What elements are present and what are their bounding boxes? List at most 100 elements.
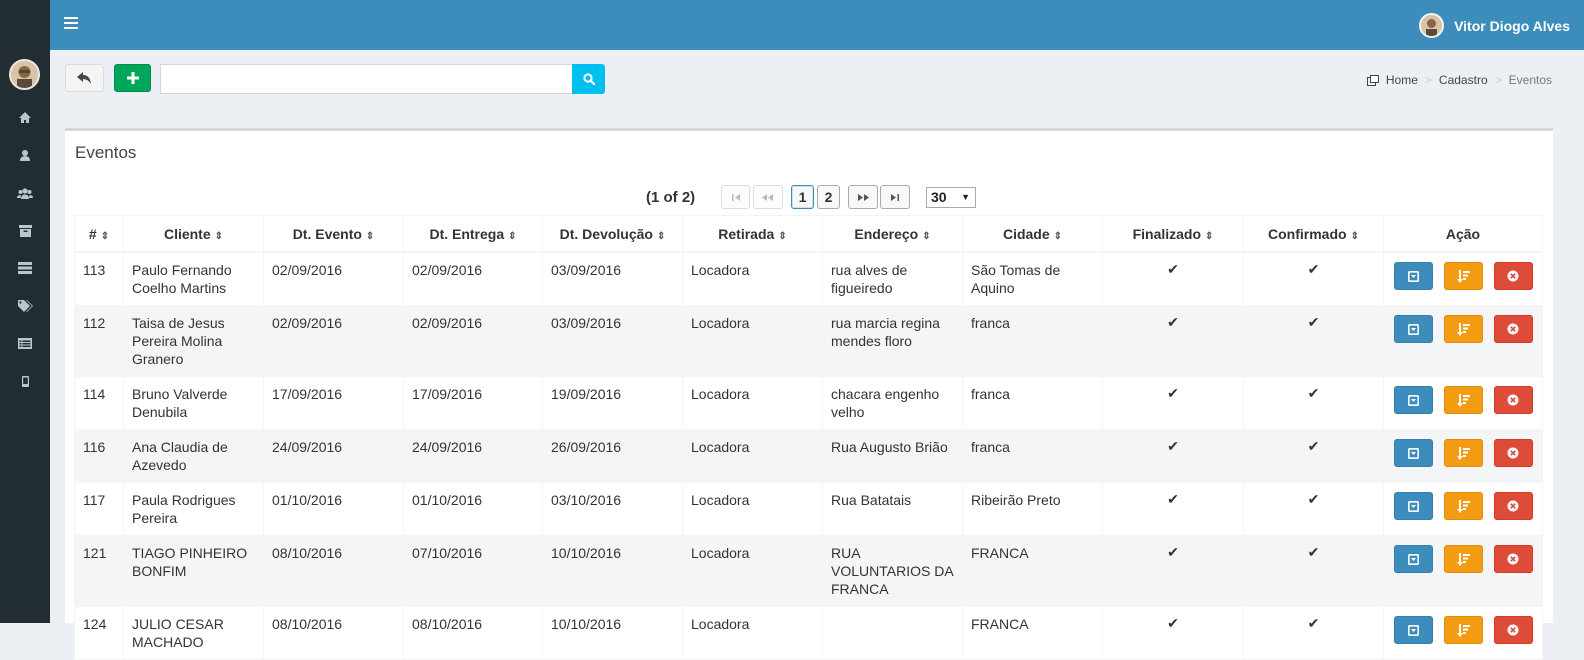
- check-icon: ✔: [1167, 314, 1179, 330]
- table-body: 113 Paulo Fernando Coelho Martins 02/09/20…: [74, 251, 1543, 660]
- col-header-dt-entrega[interactable]: Dt. Entrega ⇕: [403, 215, 543, 253]
- user-icon[interactable]: [0, 149, 50, 165]
- sort-button[interactable]: [1443, 545, 1483, 573]
- users-icon[interactable]: [0, 187, 50, 203]
- table-row[interactable]: 113 Paulo Fernando Coelho Martins 02/09/20…: [74, 251, 1543, 306]
- retirada-cell: Locadora: [682, 482, 823, 536]
- edit-button[interactable]: [1393, 439, 1433, 467]
- tags-icon[interactable]: [0, 300, 50, 316]
- dt-entrega-cell: 24/09/2016: [403, 429, 543, 483]
- page-button-2[interactable]: 2: [817, 185, 840, 209]
- next-page-button[interactable]: [848, 185, 878, 209]
- check-icon: ✔: [1167, 615, 1179, 631]
- table-row[interactable]: 114 Bruno Valverde Denubila 17/09/2016 17/0…: [74, 376, 1543, 430]
- search-input[interactable]: [160, 64, 573, 94]
- endereco-cell: [822, 606, 963, 660]
- sort-button[interactable]: [1443, 386, 1483, 414]
- delete-button[interactable]: [1493, 439, 1533, 467]
- sort-button[interactable]: [1443, 492, 1483, 520]
- rows-per-page-select[interactable]: 30 ▼: [926, 187, 976, 208]
- col-header-confirmado[interactable]: Confirmado ⇕: [1243, 215, 1384, 253]
- col-header-id[interactable]: # ⇕: [74, 215, 124, 253]
- page-button-1[interactable]: 1: [791, 185, 814, 209]
- table-row[interactable]: 117 Paula Rodrigues Pereira 01/10/2016 01/1…: [74, 482, 1543, 536]
- sidebar-avatar[interactable]: [9, 59, 40, 90]
- archive-icon[interactable]: [0, 225, 50, 240]
- dt-devolucao-cell: 03/10/2016: [542, 482, 683, 536]
- home-icon[interactable]: [0, 111, 50, 127]
- sidebar-toggle-icon[interactable]: [64, 17, 78, 33]
- rows-per-page-value: 30: [931, 189, 947, 205]
- sort-button[interactable]: [1443, 439, 1483, 467]
- panel-title: Eventos: [75, 143, 137, 162]
- check-icon: ✔: [1307, 385, 1320, 401]
- endereco-cell: chacara engenho velho: [822, 376, 963, 430]
- table-row[interactable]: 124 JULIO CESAR MACHADO 08/10/2016 08/10/20…: [74, 606, 1543, 660]
- check-icon: ✔: [1307, 544, 1320, 560]
- edit-button[interactable]: [1393, 262, 1433, 290]
- user-menu[interactable]: Vitor Diogo Alves: [1419, 13, 1570, 38]
- col-header-endereco[interactable]: Endereço ⇕: [822, 215, 963, 253]
- times-circle-icon: [1507, 500, 1519, 512]
- endereco-cell: RUA VOLUNTARIOS DA FRANCA: [822, 535, 963, 607]
- sort-button[interactable]: [1443, 315, 1483, 343]
- prev-page-button[interactable]: [753, 185, 783, 209]
- breadcrumb-separator: >: [1424, 73, 1432, 87]
- dt-devolucao-cell: 10/10/2016: [542, 606, 683, 660]
- delete-button[interactable]: [1493, 262, 1533, 290]
- finalizado-cell: ✔: [1102, 305, 1244, 377]
- check-icon: ✔: [1167, 261, 1179, 277]
- user-name: Vitor Diogo Alves: [1454, 17, 1570, 34]
- dt-devolucao-cell: 19/09/2016: [542, 376, 683, 430]
- delete-button[interactable]: [1493, 616, 1533, 644]
- back-button[interactable]: [65, 64, 104, 92]
- times-circle-icon: [1507, 394, 1519, 406]
- delete-button[interactable]: [1493, 545, 1533, 573]
- col-header-cidade[interactable]: Cidade ⇕: [962, 215, 1103, 253]
- sort-icon: ⇕: [365, 230, 375, 242]
- caret-square-down-icon: [1407, 323, 1419, 335]
- breadcrumb-home[interactable]: Home: [1386, 73, 1418, 87]
- delete-button[interactable]: [1493, 386, 1533, 414]
- col-header-dt-evento[interactable]: Dt. Evento ⇕: [263, 215, 404, 253]
- last-page-button[interactable]: [880, 185, 910, 209]
- mobile-icon[interactable]: [0, 376, 50, 390]
- table-row[interactable]: 116 Ana Claudia de Azevedo 24/09/2016 24/09…: [74, 429, 1543, 483]
- next-page-icon: [858, 193, 869, 201]
- edit-button[interactable]: [1393, 492, 1433, 520]
- retirada-cell: Locadora: [682, 429, 823, 483]
- breadcrumb-cadastro[interactable]: Cadastro: [1439, 73, 1488, 87]
- check-icon: ✔: [1307, 491, 1320, 507]
- actions-cell: [1383, 376, 1543, 430]
- col-header-finalizado[interactable]: Finalizado ⇕: [1102, 215, 1244, 253]
- delete-button[interactable]: [1493, 492, 1533, 520]
- dt-evento-cell: 24/09/2016: [263, 429, 404, 483]
- delete-button[interactable]: [1493, 315, 1533, 343]
- col-header-cliente[interactable]: Cliente ⇕: [123, 215, 264, 253]
- sort-icon: ⇕: [1205, 230, 1214, 242]
- add-button[interactable]: [114, 64, 151, 92]
- sort-icon: ⇕: [508, 230, 517, 242]
- actions-cell: [1383, 606, 1543, 660]
- edit-button[interactable]: [1393, 616, 1433, 644]
- col-header-acao: Ação: [1383, 215, 1543, 253]
- first-page-button[interactable]: [721, 185, 750, 209]
- col-header-dt-devolucao[interactable]: Dt. Devolução ⇕: [542, 215, 683, 253]
- col-header-retirada[interactable]: Retirada ⇕: [682, 215, 823, 253]
- breadcrumb-current: Eventos: [1508, 73, 1552, 87]
- sort-button[interactable]: [1443, 616, 1483, 644]
- list-icon[interactable]: [0, 338, 50, 352]
- edit-button[interactable]: [1393, 315, 1433, 343]
- search-button[interactable]: [572, 64, 605, 94]
- edit-button[interactable]: [1393, 386, 1433, 414]
- sort-amount-desc-icon: [1456, 393, 1470, 407]
- sort-amount-desc-icon: [1456, 552, 1470, 566]
- tasks-icon[interactable]: [0, 262, 50, 277]
- table-row[interactable]: 112 Taisa de Jesus Pereira Molina Granero…: [74, 305, 1543, 377]
- edit-button[interactable]: [1393, 545, 1433, 573]
- table-row[interactable]: 121 TIAGO PINHEIRO BONFIM 08/10/2016 07/10/…: [74, 535, 1543, 607]
- finalizado-cell: ✔: [1102, 482, 1244, 536]
- sort-button[interactable]: [1443, 262, 1483, 290]
- caret-square-down-icon: [1407, 270, 1419, 282]
- endereco-cell: rua marcia regina mendes floro: [822, 305, 963, 377]
